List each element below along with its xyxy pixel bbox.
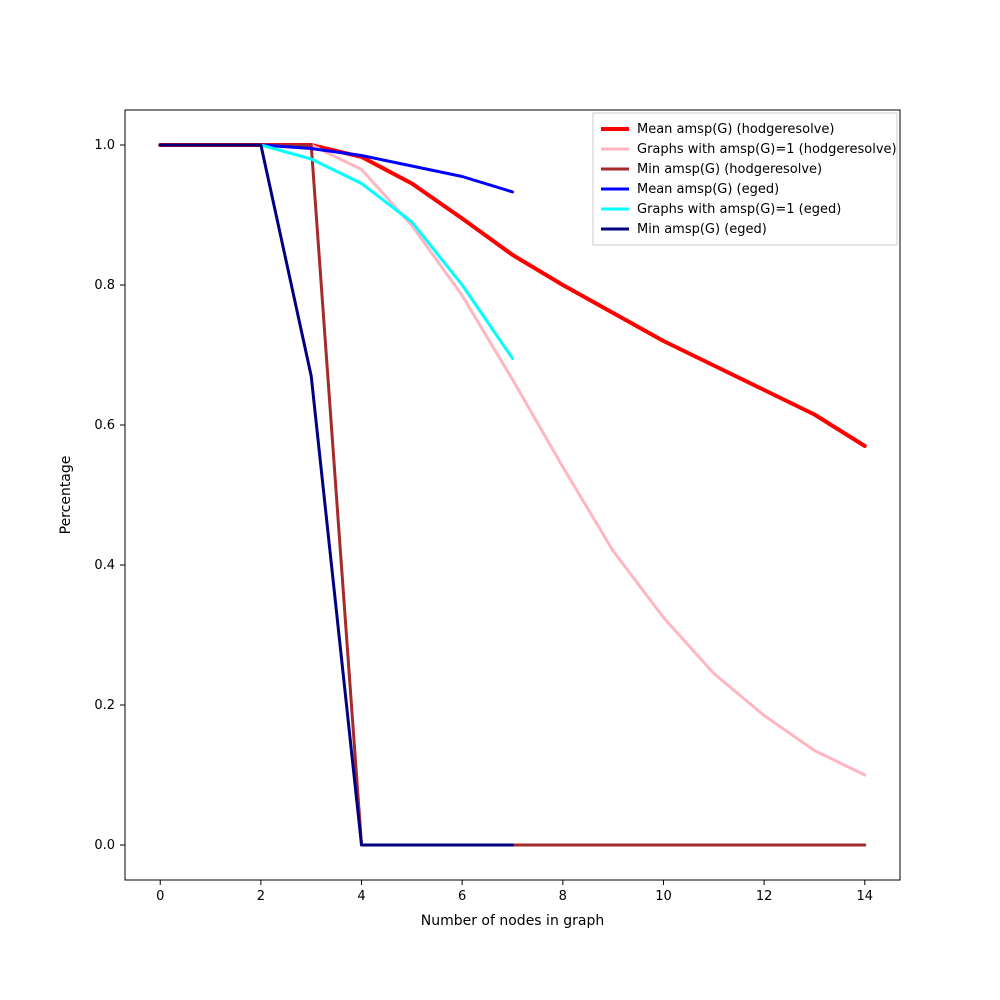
x-tick-label: 12 — [756, 889, 773, 904]
x-tick-label: 0 — [156, 889, 164, 904]
y-tick-label: 0.8 — [94, 278, 115, 293]
x-tick-label: 4 — [357, 889, 365, 904]
legend-label: Graphs with amsp(G)=1 (hodgeresolve) — [637, 142, 897, 157]
y-tick-label: 0.6 — [94, 418, 115, 433]
legend-label: Mean amsp(G) (eged) — [637, 182, 779, 197]
x-tick-label: 2 — [257, 889, 265, 904]
x-tick-label: 8 — [559, 889, 567, 904]
series-line — [160, 145, 512, 192]
y-tick-label: 1.0 — [94, 138, 115, 153]
legend-label: Min amsp(G) (hodgeresolve) — [637, 162, 822, 177]
legend-label: Graphs with amsp(G)=1 (eged) — [637, 202, 841, 217]
y-tick-label: 0.2 — [94, 698, 115, 713]
series-line — [160, 145, 865, 845]
x-tick-label: 14 — [856, 889, 873, 904]
legend-label: Mean amsp(G) (hodgeresolve) — [637, 122, 834, 137]
x-tick-label: 6 — [458, 889, 466, 904]
chart-container: 0 2 4 6 8 10 12 14 0.0 0.2 0.4 0.6 0.8 1.0 Number of n… — [0, 0, 1000, 1000]
x-tick-label: 10 — [655, 889, 672, 904]
legend: Mean amsp(G) (hodgeresolve) Graphs with a… — [593, 113, 897, 245]
y-tick-label: 0.0 — [94, 838, 115, 853]
y-tick-label: 0.4 — [94, 558, 115, 573]
x-axis-label: Number of nodes in graph — [421, 913, 605, 929]
line-chart: 0 2 4 6 8 10 12 14 0.0 0.2 0.4 0.6 0.8 1.0 Number of n… — [0, 0, 1000, 1000]
legend-label: Min amsp(G) (eged) — [637, 222, 767, 237]
y-axis-label: Percentage — [58, 456, 74, 535]
